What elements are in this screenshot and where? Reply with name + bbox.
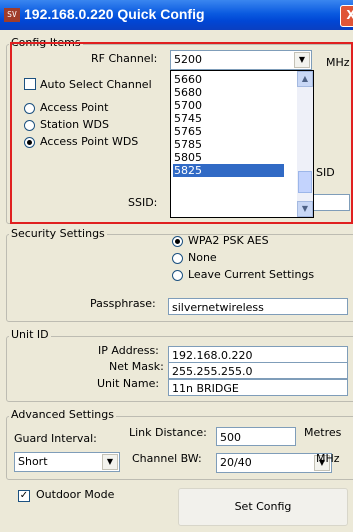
set-config-button[interactable]: Set Config (178, 488, 348, 526)
window-title: 192.168.0.220 Quick Config (24, 6, 205, 22)
unit-name-input[interactable]: 11n BRIDGE (168, 379, 348, 396)
channel-bw-value: 20/40 (220, 456, 252, 469)
link-distance-input[interactable]: 500 (216, 427, 296, 446)
net-mask-input[interactable]: 255.255.255.0 (168, 362, 348, 379)
security-label-leave: Leave Current Settings (188, 268, 315, 281)
outdoor-mode-label: Outdoor Mode (36, 488, 115, 501)
app-icon: SV (4, 8, 20, 22)
channel-bw-unit: MHz (316, 452, 340, 465)
security-label-none: None (188, 251, 217, 264)
passphrase-label: Passphrase: (90, 297, 156, 310)
chevron-down-icon[interactable]: ▼ (102, 454, 118, 470)
highlight-box (10, 42, 353, 224)
guard-interval-label: Guard Interval: (14, 432, 97, 445)
close-button[interactable]: X (340, 5, 353, 27)
security-settings-legend: Security Settings (9, 227, 107, 240)
outdoor-mode-checkbox[interactable]: ✓ (18, 490, 30, 502)
channel-bw-label: Channel BW: (132, 452, 202, 465)
net-mask-label: Net Mask: (109, 360, 164, 373)
title-bar: SV 192.168.0.220 Quick Config X (0, 0, 353, 30)
guard-interval-value: Short (18, 455, 48, 468)
link-distance-label: Link Distance: (129, 426, 207, 439)
set-config-label: Set Config (234, 500, 292, 513)
channel-bw-select[interactable]: 20/40 ▼ (216, 453, 332, 473)
security-radio-wpa2[interactable] (172, 236, 183, 247)
security-label-wpa2: WPA2 PSK AES (188, 234, 269, 247)
passphrase-input[interactable]: silvernetwireless (168, 298, 348, 315)
security-radio-none[interactable] (172, 253, 183, 264)
link-distance-unit: Metres (304, 426, 342, 439)
security-radio-leave[interactable] (172, 270, 183, 281)
unit-id-legend: Unit ID (9, 328, 51, 341)
ip-address-label: IP Address: (98, 344, 159, 357)
unit-name-label: Unit Name: (97, 377, 160, 390)
advanced-settings-legend: Advanced Settings (9, 408, 116, 421)
ip-address-input[interactable]: 192.168.0.220 (168, 346, 348, 363)
guard-interval-select[interactable]: Short ▼ (14, 452, 120, 472)
